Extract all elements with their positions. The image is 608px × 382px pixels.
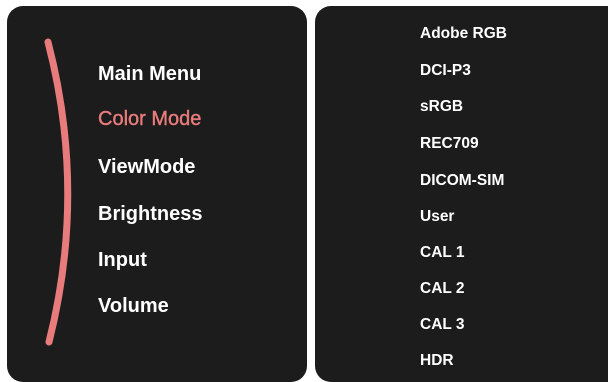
option-cal-3[interactable]: CAL 3	[420, 316, 465, 334]
option-cal-1[interactable]: CAL 1	[420, 244, 465, 262]
menu-item-viewmode[interactable]: ViewMode	[98, 156, 195, 179]
option-user[interactable]: User	[420, 208, 454, 226]
color-mode-submenu-panel: Adobe RGB DCI-P3 sRGB REC709 DICOM-SIM U…	[315, 6, 608, 382]
option-cal-2[interactable]: CAL 2	[420, 280, 465, 298]
menu-item-main-menu[interactable]: Main Menu	[98, 63, 201, 86]
menu-item-brightness[interactable]: Brightness	[98, 203, 202, 226]
option-hdr[interactable]: HDR	[420, 352, 454, 370]
option-srgb[interactable]: sRGB	[420, 98, 463, 116]
menu-item-volume[interactable]: Volume	[98, 295, 169, 318]
option-dicom-sim[interactable]: DICOM-SIM	[420, 172, 504, 190]
menu-item-color-mode[interactable]: Color Mode	[98, 108, 202, 131]
scroll-arc-path	[44, 38, 72, 346]
menu-item-input[interactable]: Input	[98, 249, 147, 272]
option-rec709[interactable]: REC709	[420, 135, 479, 153]
option-dci-p3[interactable]: DCI-P3	[420, 62, 471, 80]
main-menu-panel: Main Menu Color Mode ViewMode Brightness…	[7, 6, 307, 382]
option-adobe-rgb[interactable]: Adobe RGB	[420, 25, 507, 43]
